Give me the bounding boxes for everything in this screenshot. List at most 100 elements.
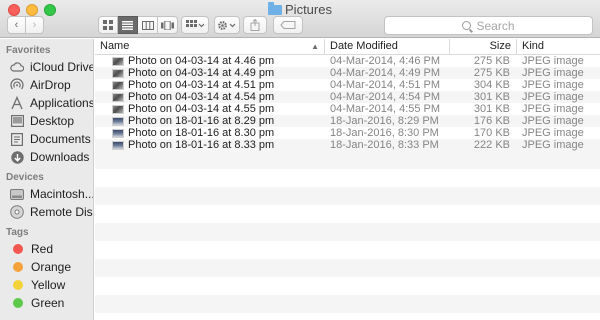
file-name: Photo on 18-01-16 at 8.33 pm xyxy=(128,139,275,151)
action-button[interactable] xyxy=(214,16,240,34)
file-size: 301 KB xyxy=(473,91,510,103)
table-row[interactable]: Photo on 18-01-16 at 8.29 pm 18-Jan-2016… xyxy=(95,115,600,127)
sidebar-item-icloud-drive[interactable]: iCloud Drive xyxy=(0,58,93,76)
file-kind: JPEG image xyxy=(522,127,584,139)
gear-icon xyxy=(218,20,236,30)
file-size: 275 KB xyxy=(473,67,510,79)
sidebar-item-tag-red[interactable]: Red xyxy=(0,240,93,258)
sidebar-item-downloads[interactable]: Downloads xyxy=(0,148,93,166)
share-icon xyxy=(250,19,260,31)
tag-icon xyxy=(280,21,296,29)
sidebar-item-label: Documents xyxy=(30,132,91,146)
table-row[interactable]: Photo on 04-03-14 at 4.49 pm 04-Mar-2014… xyxy=(95,67,600,79)
jpeg-thumbnail-icon xyxy=(112,92,124,102)
edit-tags-button[interactable] xyxy=(273,16,303,34)
column-header-kind[interactable]: Kind xyxy=(516,39,600,54)
orange-tag-dot-icon xyxy=(13,262,23,272)
folder-icon xyxy=(268,1,283,15)
column-header-date-modified[interactable]: Date Modified xyxy=(324,39,449,54)
downloads-icon xyxy=(10,150,24,164)
sidebar-item-tag-orange[interactable]: Orange xyxy=(0,258,93,276)
file-size: 222 KB xyxy=(473,139,510,151)
sidebar-item-label: Remote Disc xyxy=(30,205,94,219)
sidebar-item-remote-disc[interactable]: Remote Disc xyxy=(0,203,93,221)
jpeg-thumbnail-icon xyxy=(112,68,124,78)
table-row[interactable]: Photo on 04-03-14 at 4.51 pm 04-Mar-2014… xyxy=(95,79,600,91)
file-date: 18-Jan-2016, 8:30 PM xyxy=(330,127,439,139)
forward-button[interactable]: › xyxy=(25,16,44,34)
file-kind: JPEG image xyxy=(522,79,584,91)
window-title-text: Pictures xyxy=(285,2,332,17)
arrange-grid-icon xyxy=(186,20,204,28)
search-placeholder: Search xyxy=(476,18,515,33)
view-mode-selector xyxy=(98,16,178,34)
file-size: 301 KB xyxy=(473,103,510,115)
file-kind: JPEG image xyxy=(522,91,584,103)
desktop-icon xyxy=(10,114,24,128)
sidebar-item-label: Applications xyxy=(30,96,94,110)
arrange-button[interactable] xyxy=(181,16,209,34)
table-row[interactable]: Photo on 04-03-14 at 4.54 pm 04-Mar-2014… xyxy=(95,91,600,103)
sidebar-item-macintosh-hd[interactable]: Macintosh... xyxy=(0,185,93,203)
hard-drive-icon xyxy=(10,187,24,201)
file-name: Photo on 18-01-16 at 8.29 pm xyxy=(128,115,275,127)
sidebar-item-label: Downloads xyxy=(30,150,90,164)
jpeg-thumbnail-icon xyxy=(112,128,124,138)
column-header: Name ▲ Date Modified Size Kind xyxy=(95,39,600,55)
sidebar: Favorites iCloud Drive AirDrop Applicati… xyxy=(0,39,94,320)
share-button[interactable] xyxy=(243,16,267,34)
file-size: 170 KB xyxy=(473,127,510,139)
devices-heading: Devices xyxy=(6,172,44,183)
table-row[interactable]: Photo on 18-01-16 at 8.30 pm 18-Jan-2016… xyxy=(95,127,600,139)
file-name: Photo on 04-03-14 at 4.55 pm xyxy=(128,103,275,115)
column-header-name[interactable]: Name ▲ xyxy=(95,39,324,54)
table-row[interactable]: Photo on 04-03-14 at 4.55 pm 04-Mar-2014… xyxy=(95,103,600,115)
icon-view-button[interactable] xyxy=(98,16,118,34)
file-name: Photo on 18-01-16 at 8.30 pm xyxy=(128,127,275,139)
sidebar-item-label: Yellow xyxy=(31,278,66,292)
file-kind: JPEG image xyxy=(522,139,584,151)
table-row[interactable]: Photo on 04-03-14 at 4.46 pm 04-Mar-2014… xyxy=(95,55,600,67)
empty-row-stripes xyxy=(95,151,600,320)
column-header-name-label: Name xyxy=(100,40,130,52)
cover-flow-icon xyxy=(161,20,174,30)
sidebar-item-label: iCloud Drive xyxy=(30,60,94,74)
file-date: 04-Mar-2014, 4:51 PM xyxy=(330,79,441,91)
sidebar-item-tag-green[interactable]: Green xyxy=(0,294,93,312)
cloud-icon xyxy=(10,60,24,74)
chevron-left-icon: ‹ xyxy=(14,19,19,31)
file-date: 18-Jan-2016, 8:33 PM xyxy=(330,139,439,151)
search-field[interactable]: Search xyxy=(384,16,593,35)
list-view-icon xyxy=(122,20,133,30)
column-view-icon xyxy=(141,20,154,30)
sidebar-item-airdrop[interactable]: AirDrop xyxy=(0,76,93,94)
column-view-button[interactable] xyxy=(138,16,158,34)
column-header-size[interactable]: Size xyxy=(449,39,516,54)
sidebar-item-tag-yellow[interactable]: Yellow xyxy=(0,276,93,294)
back-button[interactable]: ‹ xyxy=(7,16,26,34)
file-list: Name ▲ Date Modified Size Kind Photo on … xyxy=(95,39,600,320)
sidebar-item-applications[interactable]: Applications xyxy=(0,94,93,112)
yellow-tag-dot-icon xyxy=(13,280,23,290)
cover-flow-view-button[interactable] xyxy=(158,16,178,34)
search-icon xyxy=(462,21,472,30)
sidebar-item-label: Macintosh... xyxy=(30,187,94,201)
window-toolbar: Pictures ‹ › Search xyxy=(0,0,600,38)
green-tag-dot-icon xyxy=(13,298,23,308)
column-header-size-label: Size xyxy=(489,40,511,52)
column-header-kind-label: Kind xyxy=(522,40,545,52)
sidebar-item-documents[interactable]: Documents xyxy=(0,130,93,148)
list-view-button[interactable] xyxy=(118,16,138,34)
table-row[interactable]: Photo on 18-01-16 at 8.33 pm 18-Jan-2016… xyxy=(95,139,600,151)
file-kind: JPEG image xyxy=(522,103,584,115)
sidebar-item-desktop[interactable]: Desktop xyxy=(0,112,93,130)
sidebar-item-label: AirDrop xyxy=(30,78,71,92)
file-rows: Photo on 04-03-14 at 4.46 pm 04-Mar-2014… xyxy=(95,55,600,151)
file-name: Photo on 04-03-14 at 4.49 pm xyxy=(128,67,275,79)
icon-view-icon xyxy=(103,20,113,30)
sidebar-item-label: Desktop xyxy=(30,114,75,128)
documents-icon xyxy=(10,132,24,146)
file-size: 304 KB xyxy=(473,79,510,91)
file-date: 04-Mar-2014, 4:46 PM xyxy=(330,55,441,67)
disc-icon xyxy=(10,205,24,219)
